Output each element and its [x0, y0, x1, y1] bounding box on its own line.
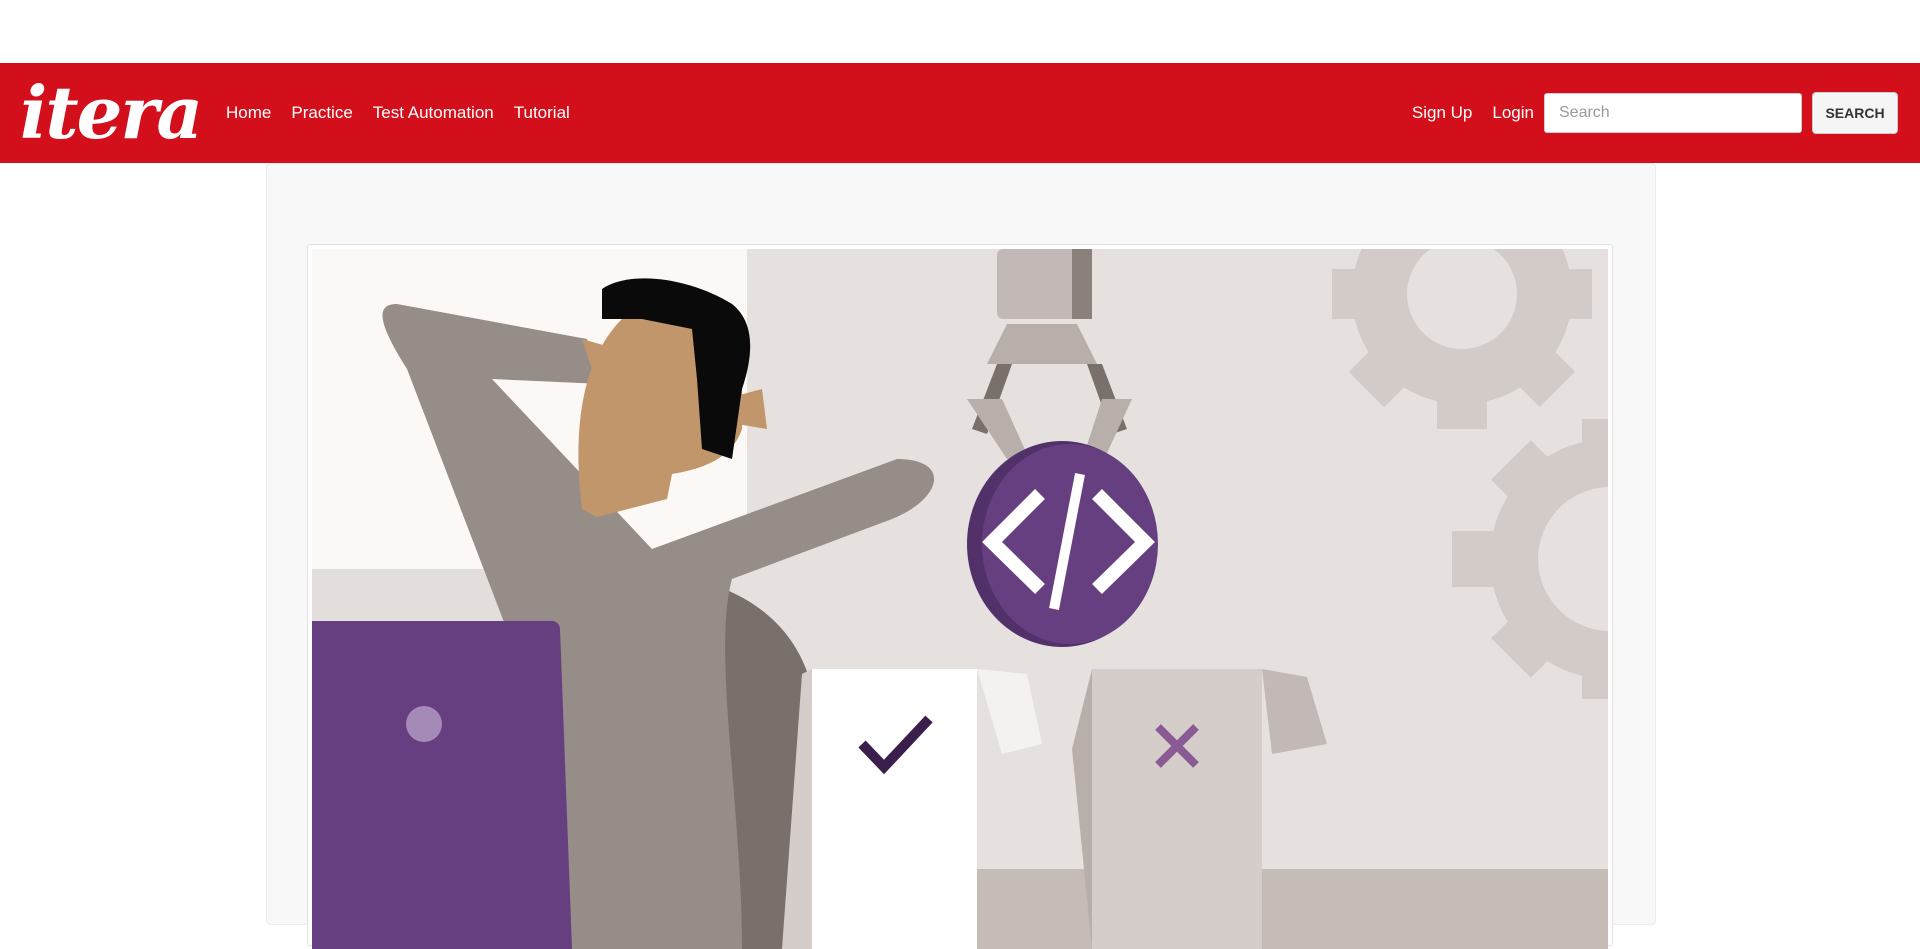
- nav-login[interactable]: Login: [1492, 103, 1534, 123]
- code-icon: [967, 441, 1158, 647]
- hero-illustration: [312, 249, 1608, 949]
- search-button[interactable]: SEARCH: [1812, 92, 1898, 134]
- brand-logo[interactable]: itera: [20, 77, 203, 149]
- nav-test-automation[interactable]: Test Automation: [373, 103, 494, 123]
- search-input[interactable]: [1544, 93, 1802, 133]
- nav-sign-up[interactable]: Sign Up: [1412, 103, 1472, 123]
- hero-image-frame: [307, 244, 1613, 949]
- user-nav: Sign Up Login SEARCH: [1412, 92, 1920, 134]
- nav-practice[interactable]: Practice: [291, 103, 352, 123]
- laptop-icon: [312, 621, 572, 949]
- main-nav: Home Practice Test Automation Tutorial: [226, 103, 590, 123]
- nav-home[interactable]: Home: [226, 103, 271, 123]
- top-navbar: itera Home Practice Test Automation Tuto…: [0, 63, 1920, 163]
- nav-tutorial[interactable]: Tutorial: [514, 103, 570, 123]
- jumbotron: [266, 163, 1656, 949]
